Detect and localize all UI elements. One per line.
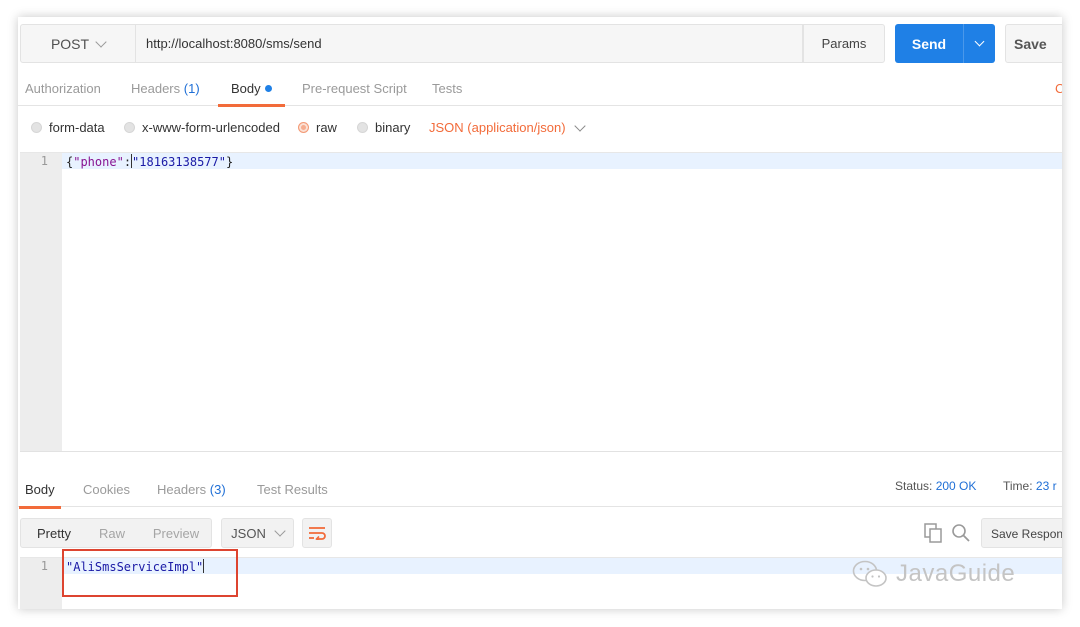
search-button[interactable]	[950, 522, 972, 544]
json-brace: }	[225, 155, 234, 169]
tab-label: Body	[25, 482, 55, 497]
radio-icon	[31, 122, 42, 133]
radio-raw[interactable]: raw	[298, 120, 337, 135]
request-tabs: Authorization Headers (1) Body Pre-reque…	[18, 71, 1062, 107]
view-raw-button[interactable]: Raw	[87, 519, 137, 547]
method-label: POST	[50, 35, 90, 52]
chevron-down-icon	[573, 119, 586, 132]
content-type-dropdown[interactable]: JSON (application/json)	[429, 119, 586, 135]
tab-label: Headers	[157, 482, 207, 497]
radio-label: x-www-form-urlencoded	[142, 120, 280, 135]
radio-binary[interactable]: binary	[357, 120, 410, 135]
status-label: Status:	[895, 479, 933, 493]
response-tab-headers[interactable]: Headers (3)	[157, 482, 226, 497]
tab-label: Test Results	[257, 482, 328, 497]
watermark: JavaGuide	[852, 560, 1015, 588]
send-label[interactable]: Send	[895, 24, 963, 63]
radio-label: raw	[316, 120, 337, 135]
radio-x-www-form-urlencoded[interactable]: x-www-form-urlencoded	[124, 120, 280, 135]
response-tab-body[interactable]: Body	[19, 482, 61, 509]
status-value: 200 OK	[935, 479, 977, 493]
headers-count: (1)	[183, 81, 200, 96]
line-gutter	[20, 153, 62, 451]
wechat-icon	[852, 560, 887, 587]
method-dropdown[interactable]: POST	[20, 24, 136, 63]
tab-label: Tests	[432, 81, 463, 96]
tab-label: Authorization	[25, 81, 101, 96]
format-label: JSON	[231, 525, 266, 541]
copy-icon	[924, 523, 942, 543]
radio-label: binary	[375, 120, 411, 135]
send-options-button[interactable]	[963, 24, 995, 63]
radio-checked-icon	[298, 122, 309, 133]
response-tab-cookies[interactable]: Cookies	[83, 482, 130, 497]
body-type-options: form-data x-www-form-urlencoded raw bina…	[18, 107, 1062, 151]
response-tabs: Body Cookies Headers (3) Test Results St…	[18, 465, 1062, 509]
time-label: Time:	[1003, 479, 1033, 493]
tab-label: Body	[231, 81, 261, 96]
json-colon: :	[123, 155, 132, 169]
modified-dot-icon	[264, 85, 272, 92]
chevron-down-icon	[974, 36, 985, 47]
request-bar: POST http://localhost:8080/sms/send Para…	[18, 17, 1062, 71]
tab-label: Cookies	[83, 482, 130, 497]
headers-count: (3)	[209, 482, 226, 497]
url-input[interactable]: http://localhost:8080/sms/send	[136, 24, 803, 63]
request-body-line: {"phone":"18163138577"}	[66, 154, 233, 169]
json-value: "18163138577"	[132, 155, 226, 169]
response-time: Time: 23 r	[1003, 479, 1057, 493]
radio-icon	[357, 122, 368, 133]
view-preview-button[interactable]: Preview	[145, 519, 207, 547]
line-number: 1	[40, 154, 48, 168]
content-type-label: JSON (application/json)	[429, 120, 566, 135]
tab-authorization[interactable]: Authorization	[25, 71, 101, 106]
copy-button[interactable]	[922, 522, 944, 544]
tab-label: Pre-request Script	[302, 81, 407, 96]
response-view-group: Pretty Raw Preview	[20, 518, 212, 548]
response-format-dropdown[interactable]: JSON	[221, 518, 294, 548]
watermark-text: JavaGuide	[896, 560, 1016, 587]
response-tab-test-results[interactable]: Test Results	[257, 482, 328, 497]
wrap-lines-icon	[309, 527, 326, 540]
cookies-link[interactable]: C	[1055, 81, 1062, 96]
wrap-lines-button[interactable]	[302, 518, 332, 548]
chevron-down-icon	[274, 525, 286, 537]
view-pretty-button[interactable]: Pretty	[21, 519, 87, 547]
send-button[interactable]: Send	[895, 24, 995, 63]
time-value: 23 r	[1035, 479, 1057, 493]
tab-headers[interactable]: Headers (1)	[131, 71, 200, 106]
radio-icon	[124, 122, 135, 133]
chevron-down-icon	[95, 35, 107, 48]
response-status: Status: 200 OK	[895, 479, 976, 493]
tab-label: Headers	[131, 81, 181, 96]
radio-form-data[interactable]: form-data	[31, 120, 105, 135]
tab-tests[interactable]: Tests	[432, 71, 462, 106]
search-icon	[952, 524, 970, 542]
json-key: "phone"	[73, 155, 124, 169]
line-number: 1	[40, 559, 48, 573]
params-button[interactable]: Params	[803, 24, 885, 63]
save-response-button[interactable]: Save Respon	[981, 518, 1062, 548]
radio-label: form-data	[49, 120, 105, 135]
annotation-highlight-box	[62, 549, 238, 597]
save-button[interactable]: Save	[1005, 24, 1062, 63]
tab-body[interactable]: Body	[218, 71, 285, 107]
tab-pre-request-script[interactable]: Pre-request Script	[302, 71, 407, 106]
postman-window: POST http://localhost:8080/sms/send Para…	[18, 17, 1062, 609]
request-body-editor[interactable]: 1 {"phone":"18163138577"}	[20, 152, 1062, 452]
